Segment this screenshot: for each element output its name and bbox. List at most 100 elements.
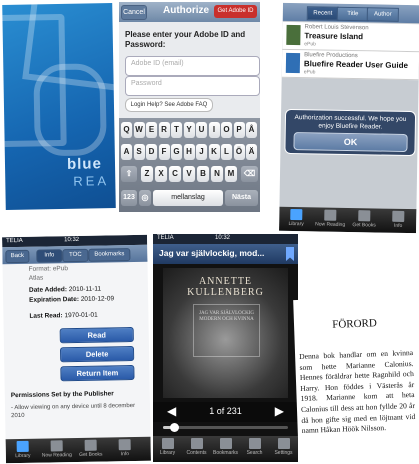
next-key[interactable]: Nästa (225, 190, 258, 206)
tab-now-reading[interactable]: Now Reading (313, 207, 347, 232)
tab-get-books[interactable]: Get Books (347, 208, 381, 233)
book-cover (285, 52, 301, 74)
delete-button[interactable]: Delete (59, 345, 135, 363)
tab-label: Now Reading (315, 221, 346, 228)
key-t[interactable]: T (171, 122, 182, 138)
key-w[interactable]: W (133, 122, 145, 138)
book-row[interactable]: Robert Louis Stevenson Treasure Island e… (282, 21, 419, 53)
key-e[interactable]: E (146, 122, 157, 138)
key-l[interactable]: L (221, 144, 232, 160)
key-y[interactable]: Y (183, 122, 195, 138)
key-h[interactable]: H (183, 144, 195, 160)
key-d[interactable]: D (146, 144, 157, 160)
key-m[interactable]: M (225, 166, 237, 182)
tab-info[interactable]: Info (108, 437, 142, 462)
cancel-button[interactable]: Cancel (121, 5, 147, 20)
library-icon (290, 208, 303, 221)
key-b[interactable]: B (197, 166, 209, 182)
key-u[interactable]: U (196, 122, 207, 138)
key-o-umlaut[interactable]: Ö (233, 144, 245, 160)
toolbar-library[interactable]: Library (153, 436, 182, 460)
next-page-icon[interactable]: ▶ (275, 404, 284, 418)
last-read-label: Last Read: (29, 312, 63, 320)
key-r[interactable]: R (158, 122, 170, 138)
slider-thumb[interactable] (169, 423, 179, 432)
tab-get-books[interactable]: Get Books (74, 437, 108, 462)
login-help-button[interactable]: Login Help? See Adobe FAQ (125, 98, 213, 112)
password-field[interactable]: Password (125, 76, 260, 96)
tab-library[interactable]: Library (6, 439, 40, 464)
space-key[interactable]: mellanslag (153, 190, 223, 206)
numbers-key[interactable]: 123 (121, 190, 137, 206)
adobe-id-field[interactable]: Adobe ID (email) (125, 56, 260, 76)
toolbar-settings[interactable]: Settings (269, 436, 298, 460)
key-q[interactable]: Q (121, 122, 132, 138)
key-a-umlaut[interactable]: Ä (246, 144, 257, 160)
expiration-date: Expiration Date: 2010-12-09 (29, 295, 114, 303)
contents-icon (190, 438, 203, 449)
key-o[interactable]: O (221, 122, 232, 138)
back-button[interactable]: Back (5, 249, 30, 264)
key-x[interactable]: X (155, 166, 167, 182)
authorize-screen: Cancel Authorize Get Adobe ID Please ent… (119, 2, 260, 212)
book-title: Treasure Island (304, 31, 364, 42)
tab-label: Library (159, 450, 176, 456)
key-g[interactable]: G (171, 144, 182, 160)
key-n[interactable]: N (211, 166, 223, 182)
book-author: Bluefire Productions (304, 52, 358, 60)
book-title: Jag var självlockig, mod... (159, 248, 265, 258)
library-screen: Recent Title Author Robert Louis Stevens… (279, 2, 419, 234)
reader-toolbar: Library Contents Bookmarks Search Settin… (153, 436, 298, 462)
ok-button[interactable]: OK (293, 132, 408, 153)
key-a-ring[interactable]: Å (246, 122, 257, 138)
expiration-value: 2010-12-09 (80, 295, 115, 303)
toolbar-contents[interactable]: Contents (182, 436, 211, 460)
logo-shape (33, 63, 107, 157)
key-c[interactable]: C (169, 166, 181, 182)
tab-now-reading[interactable]: Now Reading (40, 438, 74, 463)
shift-key[interactable]: ⇧ (121, 166, 137, 182)
clock: 10:32 (64, 236, 80, 244)
keyboard: Q W E R T Y U I O P Å A S D F G H J K L … (119, 118, 260, 212)
bookmark-icon[interactable] (286, 247, 294, 261)
book-format: ePub (303, 69, 316, 76)
permission-item: - Allow viewing on any device until 8 de… (10, 402, 136, 420)
key-p[interactable]: P (233, 122, 245, 138)
key-z[interactable]: Z (141, 166, 153, 182)
key-v[interactable]: V (183, 166, 195, 182)
key-a[interactable]: A (121, 144, 132, 160)
shift-icon: ⇧ (125, 169, 133, 178)
toolbar-bookmarks[interactable]: Bookmarks (211, 436, 240, 460)
key-j[interactable]: J (196, 144, 207, 160)
tab-toc[interactable]: TOC (62, 248, 89, 263)
book-row[interactable]: Bluefire Productions Bluefire Reader Use… (281, 49, 419, 81)
tab-label: Bookmarks (212, 450, 238, 456)
get-adobe-id-button[interactable]: Get Adobe ID (214, 5, 257, 18)
backspace-key[interactable]: ⌫ (241, 166, 258, 182)
format-line: Format: ePub (28, 265, 69, 273)
return-item-button[interactable]: Return Item (60, 364, 135, 382)
tab-info[interactable]: Info (36, 249, 63, 263)
tab-bookmarks[interactable]: Bookmarks (88, 248, 131, 262)
authorization-alert: Authorization successful. We hope you en… (284, 108, 417, 157)
key-s[interactable]: S (133, 144, 145, 160)
date-added-value: 2010-11-11 (68, 285, 102, 294)
reader-screen: TELIA 10:32 Jag var självlockig, mod... … (153, 234, 298, 462)
read-button[interactable]: Read (59, 326, 134, 344)
tab-info[interactable]: Info (381, 209, 415, 234)
globe-key[interactable]: ◎ (139, 190, 151, 206)
splash-screen: blue REA (2, 3, 116, 210)
key-k[interactable]: K (208, 144, 220, 160)
tab-label: Now Reading (41, 452, 72, 459)
key-i[interactable]: I (208, 122, 220, 138)
tab-library[interactable]: Library (279, 207, 313, 232)
tab-author[interactable]: Author (366, 7, 399, 22)
page-slider[interactable] (163, 423, 288, 432)
tab-title[interactable]: Title (336, 6, 369, 22)
key-f[interactable]: F (158, 144, 170, 160)
page-title: Authorize (163, 5, 210, 16)
toolbar-search[interactable]: Search (240, 436, 269, 460)
library-icon (16, 440, 29, 453)
tab-recent[interactable]: Recent (306, 6, 339, 21)
tab-label: Library (15, 452, 31, 460)
